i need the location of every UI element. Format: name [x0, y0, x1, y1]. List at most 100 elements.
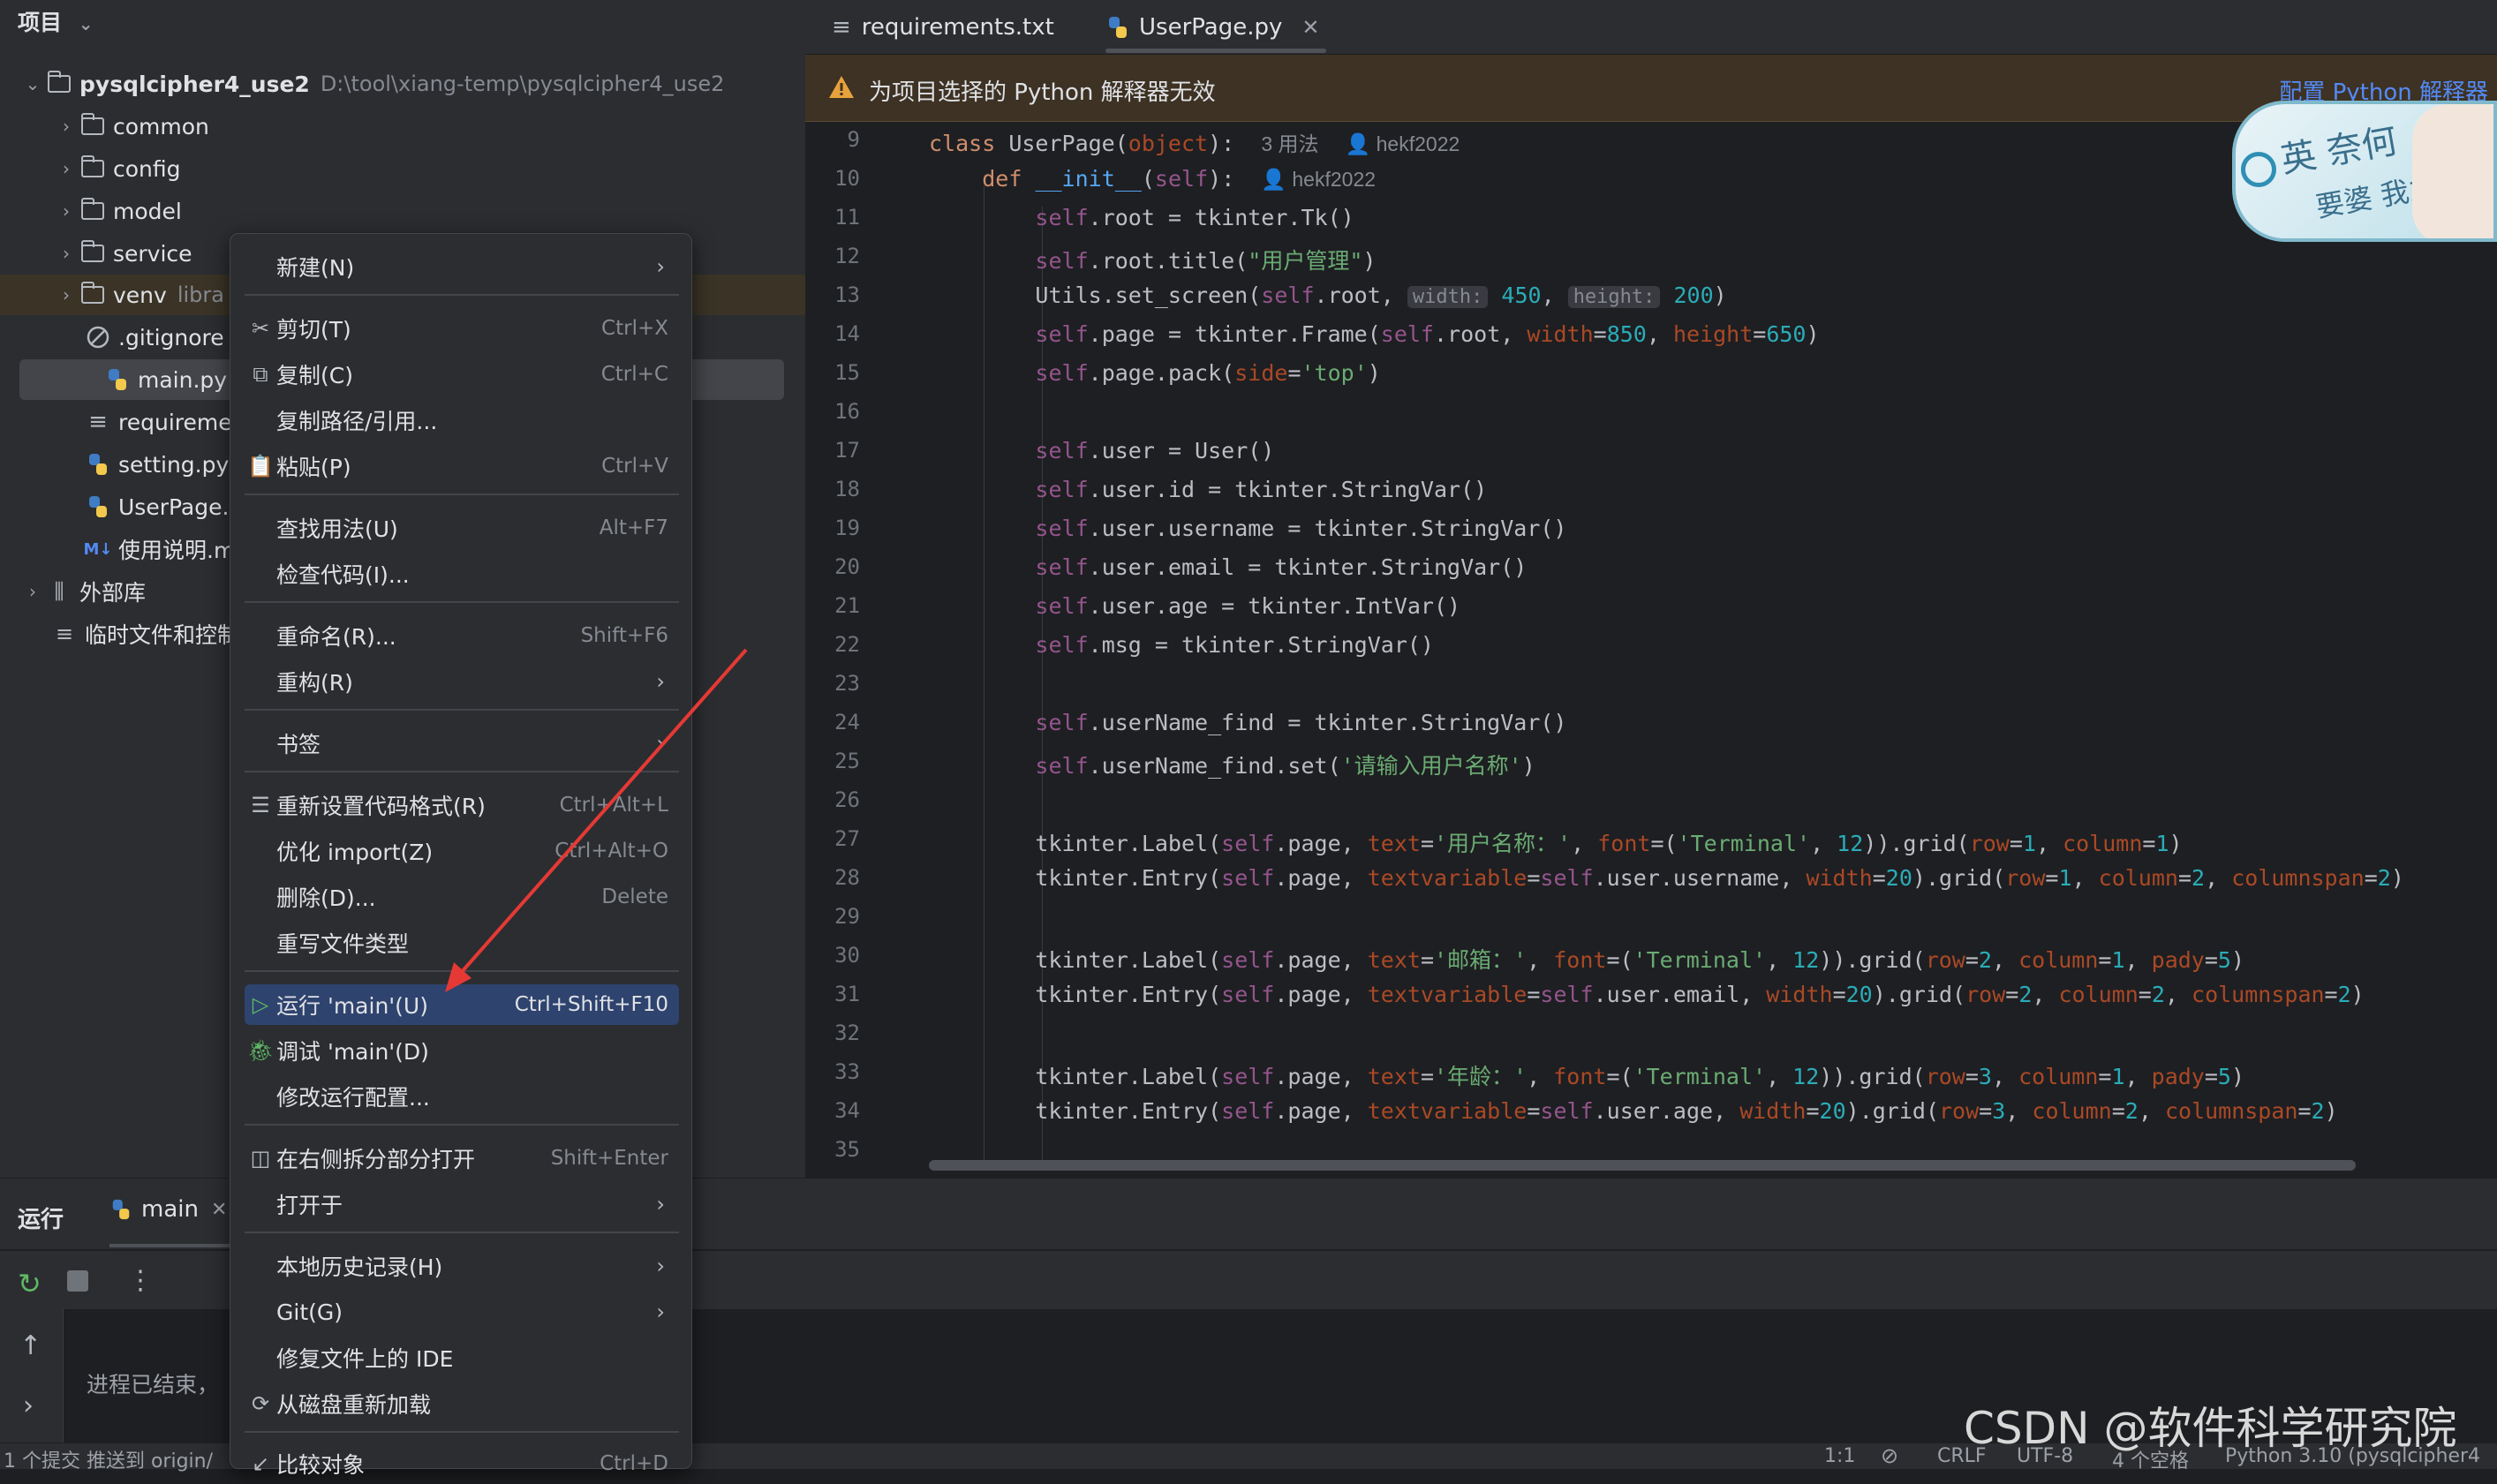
readonly-toggle-icon[interactable]: ⊘	[1881, 1443, 1898, 1468]
menu-item-open-split[interactable]: ◫ 在右侧拆分部分打开 Shift+Enter	[245, 1138, 679, 1179]
menu-item-shortcut: Ctrl+C	[600, 363, 668, 386]
vcs-status[interactable]: 1 个提交 推送到 origin/	[4, 1445, 213, 1473]
chevron-right-icon: ›	[656, 254, 665, 279]
tab-requirements[interactable]: ≡ requirements.txt	[832, 0, 1054, 55]
python-file-icon	[1109, 17, 1127, 38]
menu-item-label: Git(G)	[276, 1299, 343, 1325]
menu-item-repair-ide[interactable]: 修复文件上的 IDE	[245, 1337, 679, 1378]
chevron-right-icon[interactable]: ›	[55, 200, 78, 222]
menu-item-debug-main[interactable]: 🐞︎ 调试 'main'(D)	[245, 1030, 679, 1071]
folder-icon	[44, 71, 74, 97]
text-file-icon: ≡	[832, 14, 851, 41]
menu-item-reformat[interactable]: ☰ 重新设置代码格式(R) Ctrl+Alt+L	[245, 785, 679, 825]
package-folder-icon	[78, 198, 108, 224]
menu-item-git[interactable]: Git(G) ›	[245, 1292, 679, 1332]
line-number: 25	[834, 749, 860, 773]
menu-separator	[245, 601, 679, 603]
menu-item-shortcut: Delete	[601, 885, 668, 908]
editor-tabs: ≡ requirements.txt UserPage.py ✕	[805, 0, 2497, 55]
horizontal-scrollbar[interactable]	[929, 1160, 2356, 1171]
chevron-right-icon[interactable]: ›	[55, 158, 78, 179]
code-line: self.user.email = tkinter.StringVar()	[1035, 554, 1528, 580]
menu-item-inspect-code[interactable]: 检查代码(I)...	[245, 554, 679, 594]
text-file-icon: ≡	[88, 409, 108, 435]
chevron-right-icon: ›	[656, 669, 665, 694]
warning-icon	[829, 76, 854, 98]
close-icon[interactable]: ✕	[1301, 15, 1319, 40]
line-number: 31	[834, 982, 860, 1006]
menu-item-label: 修复文件上的 IDE	[276, 1346, 454, 1372]
menu-item-bookmarks[interactable]: 书签 ›	[245, 723, 679, 764]
tree-item-common[interactable]: › common	[0, 106, 805, 147]
menu-item-shortcut: Ctrl+V	[601, 455, 668, 478]
tree-item-model[interactable]: › model	[0, 191, 805, 231]
line-number: 23	[834, 671, 860, 696]
chevron-right-icon[interactable]: ›	[55, 284, 78, 305]
tree-root[interactable]: ⌄ pysqlcipher4_use2 D:\tool\xiang-temp\p…	[0, 64, 805, 104]
menu-separator	[245, 1124, 679, 1126]
code-line: self.user.username = tkinter.StringVar()	[1035, 516, 1567, 541]
code-editor[interactable]: 9 10 11 12 13 14 15 16 17 18 19 20 21 22 23 24 25 26 27 28 2…	[805, 101, 2497, 1178]
scroll-up-icon[interactable]: ↑	[19, 1330, 41, 1361]
menu-item-label: 剪切(T)	[276, 317, 351, 343]
package-folder-icon	[78, 155, 108, 182]
tab-userpage[interactable]: UserPage.py ✕	[1105, 0, 1319, 55]
chevron-down-icon[interactable]: ⌄	[79, 13, 94, 34]
menu-item-modify-run-config[interactable]: 修改运行配置...	[245, 1076, 679, 1117]
chevron-right-icon[interactable]: ›	[23, 1390, 34, 1421]
menu-item-new[interactable]: 新建(N) ›	[245, 246, 679, 287]
menu-item-refactor[interactable]: 重构(R) ›	[245, 661, 679, 702]
close-icon[interactable]: ✕	[211, 1199, 227, 1221]
menu-item-compare-with[interactable]: ↙ 比较对象 Ctrl+D	[245, 1443, 679, 1484]
menu-item-run-main[interactable]: ▷ 运行 'main'(U) Ctrl+Shift+F10	[245, 984, 679, 1025]
sticker-art: 英 奈何	[2277, 120, 2401, 182]
stop-icon[interactable]	[67, 1270, 88, 1292]
line-number: 33	[834, 1059, 860, 1084]
decorative-sticker: 英 奈何 要婆 我之	[2232, 101, 2497, 242]
run-tab-main[interactable]: main ✕	[109, 1196, 227, 1223]
chevron-down-icon[interactable]: ⌄	[21, 73, 44, 94]
menu-item-label: 重命名(R)...	[276, 624, 396, 650]
menu-item-paste[interactable]: 📋 粘贴(P) Ctrl+V	[245, 446, 679, 486]
watermark: CSDN @软件科学研究院	[1964, 1403, 2457, 1454]
line-number: 32	[834, 1021, 860, 1045]
tree-item-label: setting.py	[118, 451, 230, 478]
menu-item-label: 优化 import(Z)	[276, 840, 434, 865]
menu-item-override-file-type[interactable]: 重写文件类型	[245, 923, 679, 963]
python-file-icon	[83, 451, 113, 478]
menu-separator	[245, 970, 679, 972]
indent-guide	[1042, 207, 1043, 1165]
rerun-icon[interactable]: ↻	[18, 1267, 41, 1300]
code-line: self.msg = tkinter.StringVar()	[1035, 632, 1434, 658]
menu-item-reload-from-disk[interactable]: ⟳ 从磁盘重新加载	[245, 1383, 679, 1424]
chevron-right-icon: ›	[656, 1254, 665, 1278]
code-line: tkinter.Entry(self.page, textvariable=se…	[929, 1098, 2338, 1124]
menu-item-label: 书签	[276, 732, 321, 757]
menu-item-copy-path[interactable]: 复制路径/引用...	[245, 400, 679, 441]
debug-icon: 🐞︎	[246, 1038, 275, 1063]
menu-separator	[245, 294, 679, 296]
caret-position[interactable]: 1:1	[1824, 1445, 1855, 1467]
interpreter-warning-banner: 为项目选择的 Python 解释器无效 配置 Python 解释器	[805, 55, 2497, 122]
menu-item-optimize-imports[interactable]: 优化 import(Z) Ctrl+Alt+O	[245, 831, 679, 871]
menu-item-open-in[interactable]: 打开于 ›	[245, 1184, 679, 1224]
menu-item-find-usages[interactable]: 查找用法(U) Alt+F7	[245, 508, 679, 548]
chevron-right-icon[interactable]: ›	[21, 581, 44, 602]
menu-item-rename[interactable]: 重命名(R)... Shift+F6	[245, 615, 679, 656]
menu-item-cut[interactable]: ✂ 剪切(T) Ctrl+X	[245, 308, 679, 349]
tree-item-label: 使用说明.m	[118, 538, 236, 563]
chevron-right-icon[interactable]: ›	[55, 116, 78, 137]
project-header[interactable]: 项目 ⌄	[18, 5, 94, 37]
more-options-icon[interactable]: ⋮	[127, 1265, 154, 1296]
menu-item-delete[interactable]: 删除(D)... Delete	[245, 877, 679, 917]
console-sidebar	[0, 1309, 64, 1443]
tab-label: UserPage.py	[1139, 14, 1283, 41]
tree-item-config[interactable]: › config	[0, 148, 805, 189]
menu-item-copy[interactable]: ⧉ 复制(C) Ctrl+C	[245, 354, 679, 395]
tree-item-label: config	[113, 155, 181, 182]
chevron-right-icon[interactable]: ›	[55, 243, 78, 264]
menu-item-local-history[interactable]: 本地历史记录(H) ›	[245, 1246, 679, 1286]
menu-item-shortcut: Ctrl+X	[601, 317, 668, 340]
package-folder-icon	[78, 113, 108, 139]
line-number: 17	[834, 438, 860, 463]
